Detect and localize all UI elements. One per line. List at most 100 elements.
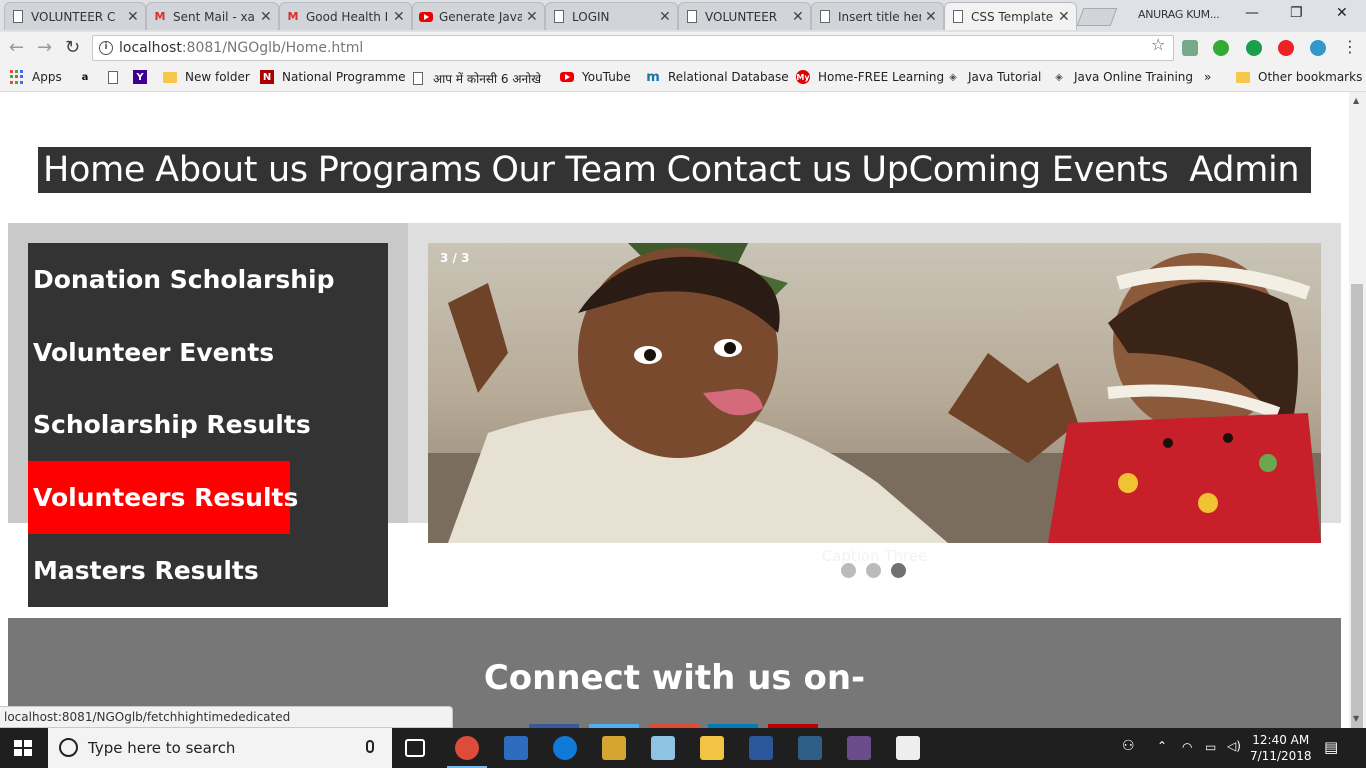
connect-heading: Connect with us on- bbox=[483, 658, 866, 698]
address-bar[interactable]: i localhost:8081/NGOglb/Home.html bbox=[92, 35, 1174, 61]
mysql-workbench-icon[interactable] bbox=[798, 736, 822, 760]
profile-name[interactable]: ANURAG KUM... bbox=[1138, 8, 1220, 21]
word-icon[interactable] bbox=[749, 736, 773, 760]
bookmark-label: » bbox=[1204, 70, 1212, 84]
bookmark-star-icon[interactable]: ☆ bbox=[1151, 35, 1165, 54]
bookmark-other[interactable]: Other bookmarks bbox=[1236, 70, 1362, 84]
bookmark-new-folder[interactable]: New folder bbox=[163, 70, 250, 84]
forward-icon[interactable]: → bbox=[37, 37, 52, 58]
diamond-icon: ◈ bbox=[949, 71, 957, 83]
bookmarks-overflow[interactable]: » bbox=[1204, 70, 1211, 84]
new-tab-button[interactable] bbox=[1076, 8, 1118, 26]
bookmark-page[interactable] bbox=[106, 70, 128, 84]
nav-home[interactable]: Home bbox=[43, 147, 145, 193]
menu-icon[interactable]: ⋮ bbox=[1342, 37, 1358, 56]
task-view-icon[interactable] bbox=[405, 739, 425, 757]
slide-dot[interactable] bbox=[841, 563, 856, 578]
game-icon[interactable] bbox=[847, 736, 871, 760]
slide-dot[interactable] bbox=[866, 563, 881, 578]
slide-dots bbox=[841, 563, 906, 578]
photos-icon[interactable] bbox=[896, 736, 920, 760]
close-icon[interactable]: ✕ bbox=[925, 9, 937, 25]
extension-icon[interactable] bbox=[1246, 40, 1262, 56]
bookmark-java-online[interactable]: ◈ Java Online Training bbox=[1052, 70, 1193, 84]
reload-icon[interactable]: ↻ bbox=[65, 37, 80, 58]
opera-icon[interactable] bbox=[1278, 40, 1294, 56]
bookmark-youtube[interactable]: YouTube bbox=[560, 70, 631, 84]
browser-tab[interactable]: Insert title her ✕ bbox=[811, 2, 944, 30]
close-icon[interactable]: ✕ bbox=[260, 9, 272, 25]
battery-icon[interactable]: ▭ bbox=[1205, 740, 1216, 754]
bookmark-hindi[interactable]: आप में कोनसी 6 अनोखे bbox=[411, 70, 541, 87]
browser-tab[interactable]: VOLUNTEER C ✕ bbox=[4, 2, 146, 30]
close-icon[interactable]: ✕ bbox=[526, 9, 538, 25]
paint-icon[interactable] bbox=[651, 736, 675, 760]
sidebar-item-scholarship-results[interactable]: Scholarship Results bbox=[28, 388, 311, 461]
scroll-thumb[interactable] bbox=[1351, 284, 1363, 746]
bookmark-apps[interactable]: Apps bbox=[10, 70, 62, 84]
scroll-down-icon[interactable]: ▼ bbox=[1353, 714, 1359, 723]
close-icon[interactable]: ✕ bbox=[1058, 9, 1070, 25]
close-icon[interactable]: ✕ bbox=[127, 9, 139, 25]
taskbar-clock[interactable]: 12:40 AM 7/11/2018 bbox=[1250, 732, 1312, 764]
nav-contact-us[interactable]: Contact us bbox=[667, 147, 852, 193]
info-icon[interactable]: i bbox=[99, 41, 113, 55]
tab-title: LOGIN bbox=[572, 9, 610, 24]
wordpad-icon[interactable] bbox=[602, 736, 626, 760]
bookmark-label: New folder bbox=[185, 70, 250, 84]
chevron-up-icon[interactable]: ⌃ bbox=[1157, 739, 1167, 753]
bookmark-home-free[interactable]: My Home-FREE Learning bbox=[796, 70, 944, 84]
bookmark-amazon[interactable]: a bbox=[78, 70, 100, 84]
url-path: :8081/NGOglb/Home.html bbox=[181, 40, 364, 56]
windows-start-icon[interactable] bbox=[14, 740, 32, 756]
browser-tab[interactable]: LOGIN ✕ bbox=[545, 2, 678, 30]
sidebar-item-masters-results[interactable]: Masters Results bbox=[28, 534, 259, 607]
bookmark-relational[interactable]: m Relational Database bbox=[646, 70, 789, 85]
back-icon[interactable]: ← bbox=[9, 37, 24, 58]
bookmark-national[interactable]: N National Programme bbox=[260, 70, 406, 84]
browser-tab[interactable]: Generate Java ✕ bbox=[412, 2, 545, 30]
volume-icon[interactable]: ◁) bbox=[1227, 739, 1241, 753]
browser-tab[interactable]: M Sent Mail - xa ✕ bbox=[146, 2, 279, 30]
extension-icon[interactable] bbox=[1310, 40, 1326, 56]
file-explorer-icon[interactable] bbox=[700, 736, 724, 760]
nav-admin[interactable]: Admin bbox=[1178, 147, 1299, 193]
people-icon[interactable]: ⚇ bbox=[1122, 738, 1135, 754]
extension-icon[interactable] bbox=[1213, 40, 1229, 56]
minimize-icon[interactable]: — bbox=[1245, 5, 1259, 21]
action-center-icon[interactable]: ▤ bbox=[1324, 738, 1338, 756]
yahoo-icon: Y bbox=[133, 70, 147, 84]
nav-our-team[interactable]: Our Team bbox=[491, 147, 657, 193]
close-icon[interactable]: ✕ bbox=[393, 9, 405, 25]
extension-icon[interactable] bbox=[1182, 40, 1198, 56]
document-icon bbox=[552, 10, 566, 24]
calculator-icon[interactable] bbox=[504, 736, 528, 760]
bookmark-java-tutorial[interactable]: ◈ Java Tutorial bbox=[946, 70, 1041, 84]
scroll-up-icon[interactable]: ▲ bbox=[1353, 96, 1359, 105]
sidebar-item-volunteer-events[interactable]: Volunteer Events bbox=[28, 316, 274, 389]
window-close-icon[interactable]: ✕ bbox=[1336, 5, 1348, 21]
slide-dot-active[interactable] bbox=[891, 563, 906, 578]
page-scrollbar[interactable]: ▲ ▼ bbox=[1349, 92, 1366, 746]
bookmark-yahoo[interactable]: Y bbox=[133, 70, 155, 84]
taskbar-search[interactable]: Type here to search bbox=[48, 728, 392, 768]
browser-tab[interactable]: M Good Health I ✕ bbox=[279, 2, 412, 30]
browser-tab-strip: VOLUNTEER C ✕ M Sent Mail - xa ✕ M Good … bbox=[0, 0, 1366, 32]
browser-tab[interactable]: VOLUNTEER ✕ bbox=[678, 2, 811, 30]
bookmark-label: Relational Database bbox=[668, 70, 789, 84]
microphone-icon[interactable] bbox=[366, 740, 374, 753]
nav-upcoming-events[interactable]: UpComing Events bbox=[861, 147, 1168, 193]
edge-icon[interactable] bbox=[553, 736, 577, 760]
browser-tab-active[interactable]: CSS Template ✕ bbox=[944, 2, 1077, 30]
wifi-icon[interactable]: ◠ bbox=[1182, 740, 1192, 754]
nav-programs[interactable]: Programs bbox=[318, 147, 482, 193]
sidebar-item-donation-scholarship[interactable]: Donation Scholarship bbox=[28, 243, 335, 316]
sidebar-item-volunteers-results[interactable]: Volunteers Results bbox=[28, 461, 298, 534]
close-icon[interactable]: ✕ bbox=[792, 9, 804, 25]
browser-toolbar: ← → ↻ i localhost:8081/NGOglb/Home.html … bbox=[0, 32, 1366, 64]
restore-icon[interactable]: ❐ bbox=[1290, 5, 1303, 21]
chrome-icon[interactable] bbox=[447, 736, 487, 768]
clock-time: 12:40 AM bbox=[1252, 733, 1310, 747]
close-icon[interactable]: ✕ bbox=[659, 9, 671, 25]
nav-about-us[interactable]: About us bbox=[155, 147, 308, 193]
